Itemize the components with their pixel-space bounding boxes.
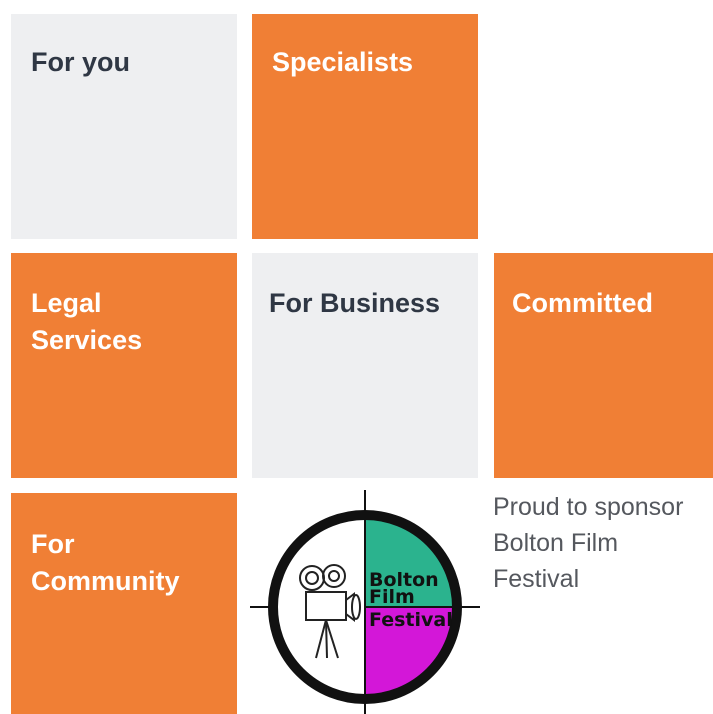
bolton-film-festival-logo[interactable]: Bolton Film Festival [250,490,480,714]
tile-for-you[interactable]: For you [11,14,237,239]
logo-text-film: Film [369,586,415,608]
tile-for-business[interactable]: For Business [252,253,478,478]
tile-legal-services-label: Legal Services [31,288,143,355]
sponsor-line-1: Proud to sponsor [493,493,684,521]
sponsor-line-2: Bolton Film [493,529,619,557]
tile-for-community[interactable]: For Community [11,493,237,714]
sponsor-line-3: Festival [493,565,580,593]
tile-for-business-label: For Business [269,288,441,318]
tile-for-community-label: For Community [31,529,180,596]
tile-legal-services[interactable]: Legal Services [11,253,237,478]
tile-specialists-label: Specialists [272,47,414,77]
tile-specialists[interactable]: Specialists [252,14,478,239]
sponsor-text: Proud to sponsor Bolton Film Festival [493,489,713,597]
tile-committed[interactable]: Committed [494,253,713,478]
page: For you Specialists Legal Services For B… [0,0,713,714]
tile-committed-label: Committed [512,288,653,318]
logo-text-festival: Festival [369,609,453,631]
tile-for-you-label: For you [31,47,130,77]
